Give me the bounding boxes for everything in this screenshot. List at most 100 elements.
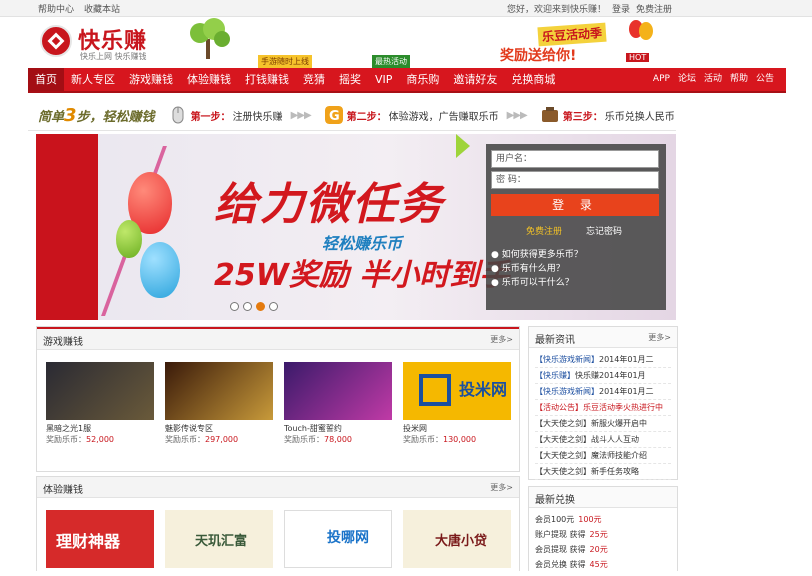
step-1[interactable]: 第一步： 注册快乐赚	[169, 106, 283, 124]
balloon-icon	[629, 20, 653, 40]
news-item[interactable]: 【大天使之剑】新服火爆开启中	[535, 416, 671, 432]
game-name[interactable]: 投米网	[403, 423, 511, 434]
exp-tile-3[interactable]: 投哪网	[284, 510, 392, 568]
game-panel-header: 游戏赚钱 更多>	[37, 327, 519, 350]
game-panel-title: 游戏赚钱	[43, 337, 83, 348]
register-link-login[interactable]: 免费注册	[526, 224, 562, 237]
carousel-dot-3[interactable]	[256, 302, 265, 311]
hot-tag: HOT	[626, 53, 650, 62]
nav-help[interactable]: 帮助	[726, 68, 752, 91]
game-earn-panel: 游戏赚钱 更多> 黑暗之光1服 奖励乐币：52,000 魅影传说专区 奖励乐币：…	[36, 326, 520, 472]
banner-title: 给力微任务	[214, 179, 444, 230]
game-reward: 奖励乐币：297,000	[165, 435, 239, 444]
news-item[interactable]: 【大天使之剑】魔法师技能介绍	[535, 448, 671, 464]
mobile-games-badge[interactable]: 手游随时上线	[258, 55, 312, 68]
step-2[interactable]: G 第二步： 体验游戏，广告赚取乐币	[324, 106, 499, 124]
exp-panel-title: 体验赚钱	[43, 485, 83, 496]
nav-newbie[interactable]: 新人专区	[64, 68, 122, 91]
nav-exchange-mall[interactable]: 兑换商城	[504, 68, 562, 91]
forgot-password-link[interactable]: 忘记密码	[586, 224, 622, 237]
exp-tile-1[interactable]: 理财神器	[46, 510, 154, 568]
game-thumb-1[interactable]	[46, 362, 154, 420]
banner-reward-text: 25W奖励 半小时到手	[214, 258, 510, 293]
news-item[interactable]: 【大天使之剑】新手任务攻略	[535, 464, 671, 480]
logo-icon[interactable]	[40, 25, 72, 57]
nav-invite[interactable]: 邀请好友	[446, 68, 504, 91]
login-box: 用户名： 密 码： 登 录 免费注册 忘记密码 ● 如何获得更多乐币？ ● 乐币…	[486, 144, 666, 310]
nav-activity[interactable]: 活动	[700, 68, 726, 91]
nav-app[interactable]: APP	[649, 68, 674, 91]
exchange-item: 会员提现 获得 20元	[535, 545, 608, 554]
news-item[interactable]: 【快乐赚】快乐赚2014年01月	[535, 368, 671, 384]
nav-typing-earn[interactable]: 打钱赚钱	[238, 68, 296, 91]
carousel-dot-2[interactable]	[243, 302, 252, 311]
carousel-dots	[230, 302, 278, 311]
banner-red-tab	[36, 134, 98, 320]
game-name[interactable]: 魅影传说专区	[165, 423, 273, 434]
game-icon: G	[324, 106, 343, 124]
nav-home[interactable]: 首页	[28, 68, 64, 91]
exp-tile-list: 理财神器 天玑汇富 投哪网 大唐小贷	[37, 498, 519, 568]
username-input[interactable]: 用户名：	[491, 150, 659, 168]
register-link[interactable]: 免费注册	[636, 2, 672, 15]
news-item[interactable]: 【快乐游戏新闻】2014年01月二	[535, 384, 671, 400]
welcome-text: 您好，欢迎来到快乐赚！	[506, 5, 606, 15]
faq-item[interactable]: ● 乐币有什么用？	[491, 262, 583, 276]
news-more[interactable]: 更多>	[648, 332, 671, 343]
faq-item[interactable]: ● 乐币可以干什么？	[491, 276, 583, 290]
news-item[interactable]: 【大天使之剑】战斗人人互动	[535, 432, 671, 448]
triangle-decoration	[456, 134, 470, 158]
game-reward: 奖励乐币：78,000	[284, 435, 352, 444]
game-thumb-3[interactable]	[284, 362, 392, 420]
step-3[interactable]: 第三步： 乐币兑换人民币	[541, 106, 675, 124]
exp-tile-4[interactable]: 大唐小贷	[403, 510, 511, 568]
nav-experience-earn[interactable]: 体验赚钱	[180, 68, 238, 91]
carousel-dot-4[interactable]	[269, 302, 278, 311]
game-name[interactable]: 黑暗之光1服	[46, 423, 154, 434]
bookmark-link[interactable]: 收藏本站	[84, 2, 120, 15]
login-button[interactable]: 登 录	[491, 194, 659, 216]
promo-banner[interactable]: 乐豆活动季 奖励送给你! HOT	[498, 20, 653, 65]
game-panel-more[interactable]: 更多>	[490, 334, 513, 345]
exchange-panel: 最新兑换 会员100元 100元 账户提现 获得 25元 会员提现 获得 20元 会员…	[528, 486, 678, 571]
nav-shop[interactable]: 商乐购	[399, 68, 446, 91]
login-faq: ● 如何获得更多乐币？ ● 乐币有什么用？ ● 乐币可以干什么？	[491, 248, 583, 290]
game-thumb-4[interactable]: 投米网	[403, 362, 511, 420]
news-list: 【快乐游戏新闻】2014年01月二 【快乐赚】快乐赚2014年01月 【快乐游戏…	[529, 348, 677, 484]
hot-activity-badge[interactable]: 最热活动	[372, 55, 410, 68]
arrow-icon: ▶▶▶	[290, 109, 312, 121]
game-name[interactable]: Touch-甜蜜誓约	[284, 423, 392, 434]
main-nav: 首页 新人专区 游戏赚钱 体验赚钱 打钱赚钱 竞猜 摇奖 VIP 商乐购 邀请好…	[28, 68, 786, 93]
mouse-icon	[172, 106, 184, 124]
news-item[interactable]: 【快乐游戏新闻】2014年01月二	[535, 352, 671, 368]
nav-guess[interactable]: 竞猜	[296, 68, 332, 91]
game-card-2[interactable]: 魅影传说专区 奖励乐币：297,000	[165, 362, 273, 445]
exchange-item: 会员100元 100元	[535, 515, 602, 524]
logo-subtitle: 快乐上网 快乐赚钱	[80, 52, 147, 61]
blue-balloon-icon	[140, 242, 180, 298]
nav-forum[interactable]: 论坛	[674, 68, 700, 91]
nav-announcement[interactable]: 公告	[752, 68, 778, 91]
news-item[interactable]: 【活动公告】乐豆活动季火热进行中	[535, 400, 671, 416]
exp-panel-header: 体验赚钱 更多>	[37, 477, 519, 498]
help-center-link[interactable]: 帮助中心	[38, 2, 74, 15]
arrow-icon: ▶▶▶	[506, 109, 528, 121]
game-thumb-2[interactable]	[165, 362, 273, 420]
login-link[interactable]: 登录	[612, 2, 630, 15]
game-reward: 奖励乐币：52,000	[46, 435, 114, 444]
exp-panel-more[interactable]: 更多>	[490, 482, 513, 493]
game-card-3[interactable]: Touch-甜蜜誓约 奖励乐币：78,000	[284, 362, 392, 445]
tree-icon	[190, 18, 230, 59]
nav-vip[interactable]: VIP	[368, 68, 399, 91]
password-input[interactable]: 密 码：	[491, 171, 659, 189]
exchange-title: 最新兑换	[535, 495, 575, 506]
carousel-dot-1[interactable]	[230, 302, 239, 311]
nav-game-earn[interactable]: 游戏赚钱	[122, 68, 180, 91]
game-card-4[interactable]: 投米网 投米网 奖励乐币：130,000	[403, 362, 511, 445]
promo-title: 乐豆活动季	[537, 22, 607, 47]
top-bar: 帮助中心 收藏本站 您好，欢迎来到快乐赚！ 登录 免费注册	[0, 0, 812, 17]
game-card-1[interactable]: 黑暗之光1服 奖励乐币：52,000	[46, 362, 154, 445]
faq-item[interactable]: ● 如何获得更多乐币？	[491, 248, 583, 262]
nav-lottery[interactable]: 摇奖	[332, 68, 368, 91]
exp-tile-2[interactable]: 天玑汇富	[165, 510, 273, 568]
